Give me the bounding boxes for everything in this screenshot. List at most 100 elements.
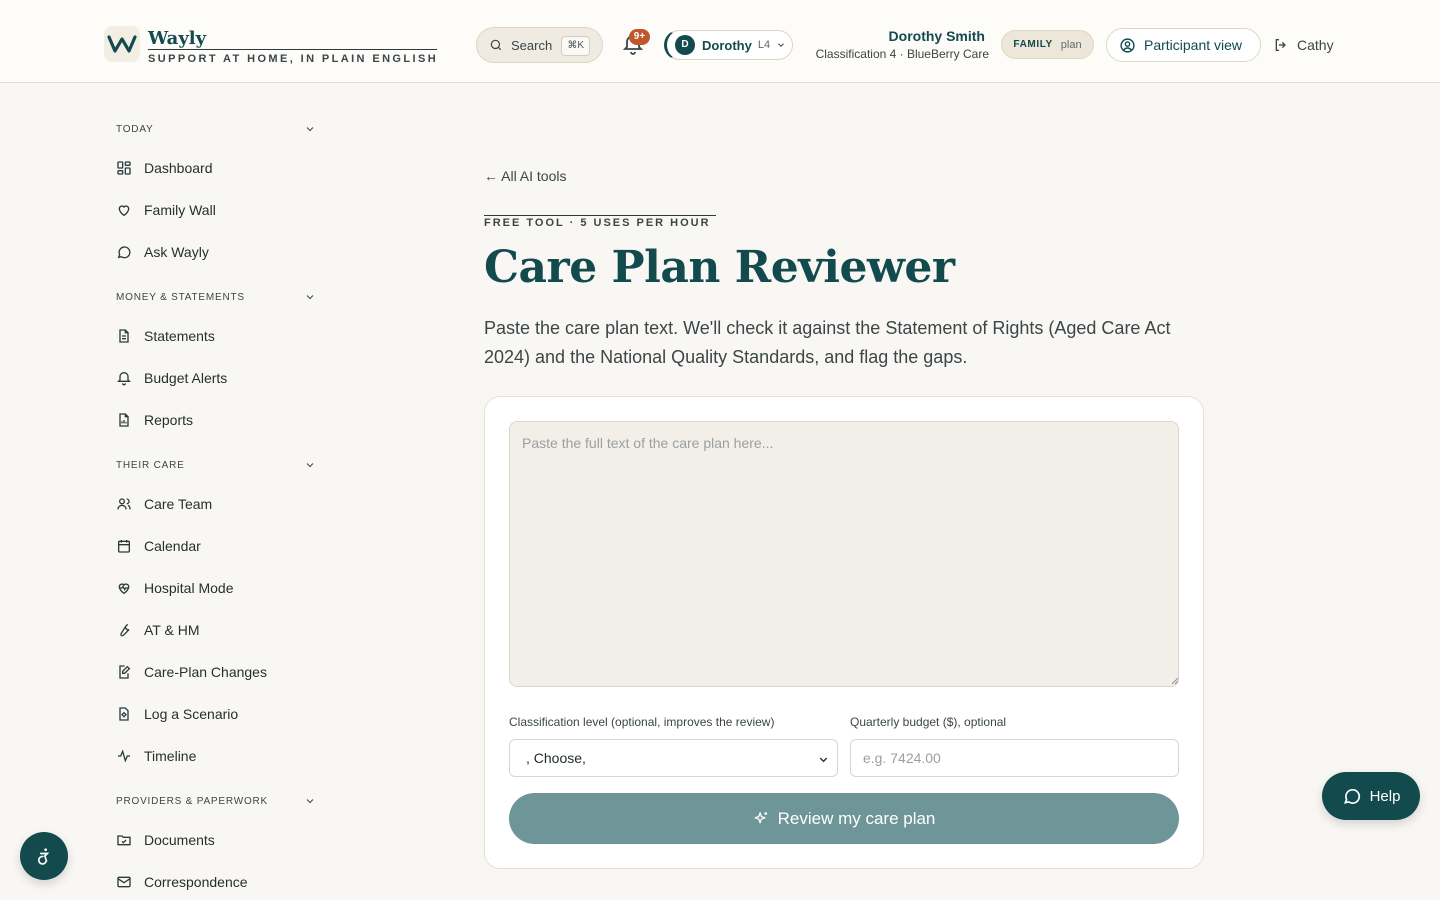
sidebar-item-label: Log a Scenario <box>144 706 239 722</box>
accessibility-button[interactable] <box>20 832 68 880</box>
sidebar-item-label: Care Team <box>144 496 213 512</box>
sidebar-item-calendar[interactable]: Calendar <box>104 525 328 567</box>
sidebar-item-budget-alerts[interactable]: Budget Alerts <box>104 357 328 399</box>
sidebar-item-documents[interactable]: Documents <box>104 819 328 861</box>
sidebar-item-correspondence[interactable]: Correspondence <box>104 861 328 900</box>
heart-pulse-icon <box>118 583 130 595</box>
sidebar-item-label: Documents <box>144 832 215 848</box>
help-button[interactable]: Help <box>1322 772 1420 820</box>
sidebar-item-dashboard[interactable]: Dashboard <box>104 147 328 189</box>
sidebar-item-label: AT & HM <box>144 622 200 638</box>
sidebar-section-providers[interactable]: PROVIDERS & PAPERWORK <box>104 777 328 819</box>
sidebar-item-label: Ask Wayly <box>144 244 209 260</box>
sidebar-item-ask-wayly[interactable]: Ask Wayly <box>104 231 328 273</box>
page-title: Care Plan Reviewer <box>484 242 955 293</box>
logo-tagline: SUPPORT AT HOME, IN PLAIN ENGLISH <box>148 53 439 65</box>
sidebar-item-hospital-mode[interactable]: Hospital Mode <box>104 567 328 609</box>
sidebar-item-label: Care-Plan Changes <box>144 664 267 680</box>
sidebar-item-reports[interactable]: Reports <box>104 399 328 441</box>
sidebar-item-care-team[interactable]: Care Team <box>104 483 328 525</box>
wayly-logo-icon[interactable] <box>104 26 140 62</box>
sidebar-item-log-scenario[interactable]: Log a Scenario <box>104 693 328 735</box>
user-circle-icon <box>1120 37 1135 53</box>
sidebar-section-label: PROVIDERS & PAPERWORK <box>116 796 269 807</box>
logout-icon <box>1275 39 1286 51</box>
sidebar-item-family-wall[interactable]: Family Wall <box>104 189 328 231</box>
heart-icon <box>118 205 130 217</box>
chevron-down-icon <box>306 127 314 132</box>
classification-select-value: , Choose, <box>526 750 586 766</box>
sidebar-section-their-care[interactable]: THEIR CARE <box>104 441 328 483</box>
sidebar-item-label: Reports <box>144 412 194 428</box>
review-form-card: Classification level (optional, improves… <box>484 396 1204 869</box>
calendar-icon <box>118 540 130 553</box>
participant-view-label: Participant view <box>1144 37 1243 53</box>
chevron-down-icon <box>306 295 314 300</box>
sidebar-item-label: Hospital Mode <box>144 580 234 596</box>
participant-switcher[interactable]: D Dorothy L4 <box>664 30 793 60</box>
chevron-down-icon <box>819 757 828 763</box>
activity-icon <box>118 749 130 763</box>
participant-classification: Classification 4 · BlueBerry Care <box>815 47 989 61</box>
sidebar: TODAY Dashboard Family Wall Ask Wayly MO… <box>104 105 328 900</box>
care-plan-textarea[interactable] <box>509 421 1179 687</box>
logo-rule <box>148 49 437 50</box>
sidebar-section-today[interactable]: TODAY <box>104 105 328 147</box>
chat-bubble-icon <box>1343 788 1360 804</box>
document-icon <box>119 329 129 343</box>
review-button-label: Review my care plan <box>777 808 936 828</box>
plan-word: plan <box>1060 38 1082 51</box>
sidebar-item-label: Dashboard <box>144 160 213 176</box>
search-button[interactable]: Search ⌘K <box>476 27 603 63</box>
sidebar-item-label: Family Wall <box>144 202 216 218</box>
sparkles-icon <box>754 812 767 824</box>
switcher-level: L4 <box>757 39 771 51</box>
users-icon <box>117 498 131 510</box>
classification-select[interactable]: , Choose, <box>509 739 838 777</box>
page-intro: Paste the care plan text. We'll check it… <box>484 318 1171 367</box>
dashboard-icon <box>117 161 131 175</box>
sidebar-item-label: Calendar <box>144 538 201 554</box>
sidebar-item-at-hm[interactable]: AT & HM <box>104 609 328 651</box>
plan-badge: FAMILY plan <box>1001 30 1094 59</box>
help-label: Help <box>1369 787 1401 805</box>
participant-view-button[interactable]: Participant view <box>1106 28 1261 62</box>
wrench-icon <box>120 623 130 637</box>
scenario-icon <box>119 707 129 721</box>
sidebar-section-label: MONEY & STATEMENTS <box>116 292 245 303</box>
folder-icon <box>117 835 131 846</box>
quarterly-budget-input[interactable] <box>850 739 1179 777</box>
user-name: Cathy <box>1297 37 1334 53</box>
search-shortcut: ⌘K <box>561 36 590 56</box>
edit-document-icon <box>119 665 131 679</box>
budget-label: Quarterly budget ($), optional <box>850 715 1007 729</box>
sidebar-item-label: Statements <box>144 328 215 344</box>
switcher-name: Dorothy <box>702 37 752 53</box>
mail-icon <box>117 876 131 888</box>
top-header: Wayly SUPPORT AT HOME, IN PLAIN ENGLISH … <box>0 0 1440 83</box>
avatar: D <box>675 35 695 55</box>
report-icon <box>119 413 129 427</box>
search-icon <box>490 39 502 51</box>
logout-button[interactable]: Cathy <box>1273 34 1334 56</box>
sidebar-item-label: Budget Alerts <box>144 370 228 386</box>
sidebar-section-money[interactable]: MONEY & STATEMENTS <box>104 273 328 315</box>
classification-label: Classification level (optional, improves… <box>509 715 775 729</box>
sidebar-item-care-plan-changes[interactable]: Care-Plan Changes <box>104 651 328 693</box>
resize-handle-icon[interactable] <box>1171 677 1179 685</box>
eyebrow-rule <box>484 215 716 216</box>
participant-name: Dorothy Smith <box>888 28 985 44</box>
sidebar-item-timeline[interactable]: Timeline <box>104 735 328 777</box>
logo-name[interactable]: Wayly <box>148 28 206 49</box>
chevron-down-icon <box>778 43 784 47</box>
sidebar-section-label: THEIR CARE <box>116 460 185 471</box>
notifications-badge: 9+ <box>629 29 650 45</box>
eyebrow: FREE TOOL · 5 USES PER HOUR <box>484 217 711 229</box>
chat-icon <box>117 246 131 259</box>
review-care-plan-button[interactable]: Review my care plan <box>509 793 1179 844</box>
sidebar-section-label: TODAY <box>116 124 154 135</box>
back-to-ai-tools-link[interactable]: ← All AI tools <box>484 168 566 184</box>
sidebar-item-statements[interactable]: Statements <box>104 315 328 357</box>
sidebar-item-label: Correspondence <box>144 874 248 890</box>
chevron-down-icon <box>306 463 314 468</box>
